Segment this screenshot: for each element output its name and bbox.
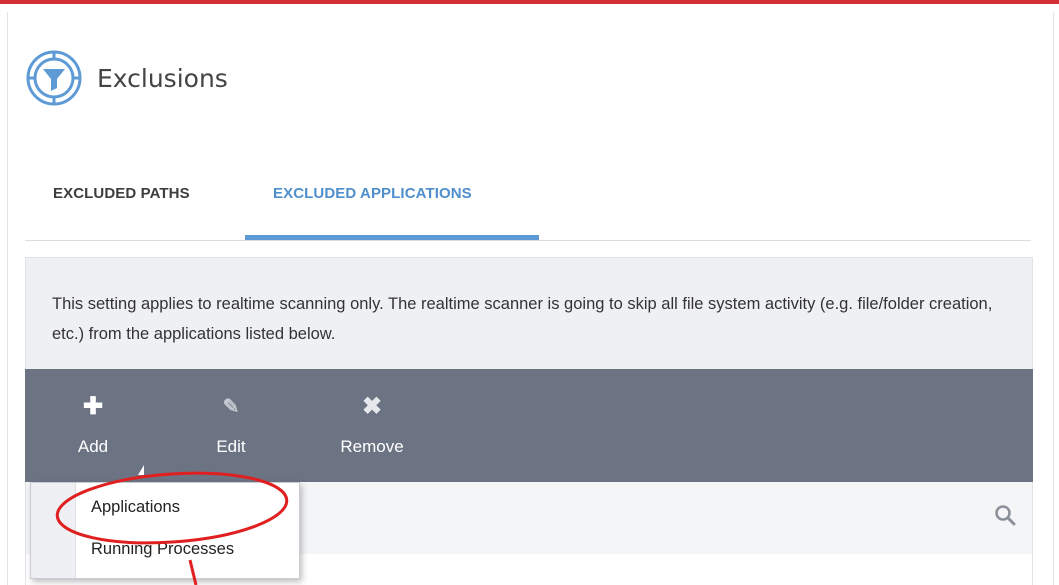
x-icon: ✖ [361,393,383,420]
info-box: This setting applies to realtime scannin… [25,257,1033,370]
exclusions-filter-icon [26,50,82,106]
add-button[interactable]: ✚ Add [73,391,113,457]
edit-label: Edit [216,437,246,456]
remove-label: Remove [340,437,404,456]
menu-gutter [31,483,76,578]
page-header: Exclusions [25,48,228,108]
dropdown-caret [138,465,144,475]
tab-excluded-paths[interactable]: EXCLUDED PATHS [53,185,190,202]
plus-icon: ✚ [82,393,104,420]
remove-button[interactable]: ✖ Remove [332,391,412,457]
pencil-icon: ✎ [222,396,240,418]
edit-button[interactable]: ✎ Edit [211,391,251,457]
menu-item-applications[interactable]: Applications [91,498,180,517]
active-tab-indicator [245,235,539,240]
top-accent-bar [0,0,1059,4]
info-text: This setting applies to realtime scannin… [52,295,993,343]
search-icon[interactable] [994,504,1016,526]
add-label: Add [77,437,109,456]
tab-bar: EXCLUDED PATHS EXCLUDED APPLICATIONS [25,170,1031,241]
menu-item-running-processes[interactable]: Running Processes [91,540,234,559]
toolbar: ✚ Add ✎ Edit ✖ Remove [25,369,1033,482]
page-title: Exclusions [97,63,228,93]
tab-excluded-applications[interactable]: EXCLUDED APPLICATIONS [273,185,472,202]
add-dropdown-menu: Applications Running Processes [30,482,300,579]
